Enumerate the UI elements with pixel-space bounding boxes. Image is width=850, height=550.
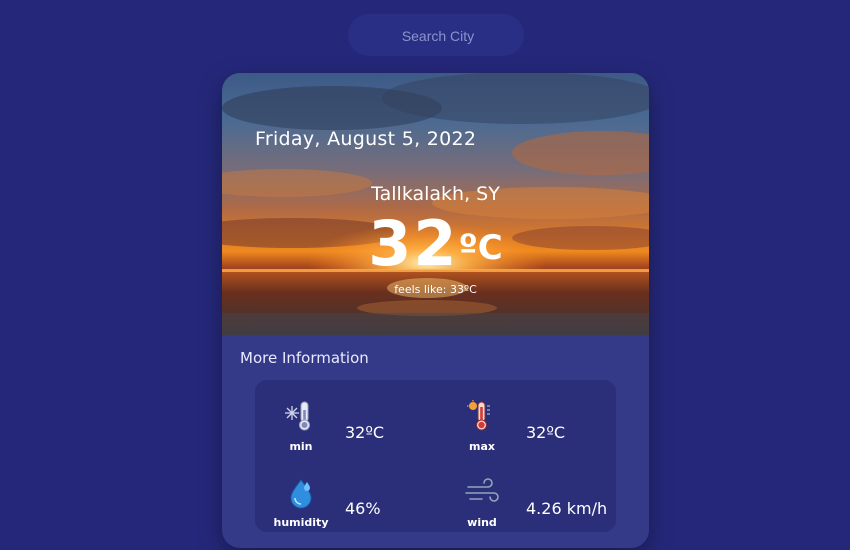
info-value-min: 32ºC <box>345 423 385 442</box>
weather-app-page: Friday, August 5, 2022 Tallkalakh, SY 32… <box>0 0 850 550</box>
info-label-humidity: humidity <box>273 516 329 529</box>
info-item-max: max 32ºC <box>436 400 606 460</box>
info-item-min: min 32ºC <box>255 400 425 460</box>
feels-like-text: feels like: 33ºC <box>394 283 477 296</box>
search-container <box>348 14 528 58</box>
thermometer-hot-icon <box>456 400 508 434</box>
info-value-max: 32ºC <box>526 423 566 442</box>
more-information-heading: More Information <box>240 349 369 367</box>
info-item-wind: wind 4.26 km/h <box>436 476 608 536</box>
sunset-hero-image: Friday, August 5, 2022 Tallkalakh, SY 32… <box>222 73 649 335</box>
info-label-wind: wind <box>467 516 497 529</box>
temperature-unit: ºC <box>458 227 503 268</box>
info-item-humidity: humidity 46% <box>255 476 425 536</box>
temperature-display: 32ºC <box>222 207 649 280</box>
search-city-input[interactable] <box>348 14 528 58</box>
weather-card: Friday, August 5, 2022 Tallkalakh, SY 32… <box>222 73 649 548</box>
thermometer-cold-icon <box>275 400 327 434</box>
current-date: Friday, August 5, 2022 <box>255 128 477 150</box>
info-value-humidity: 46% <box>345 499 381 518</box>
temperature-value: 32 <box>368 207 459 280</box>
humidity-drop-icon <box>275 476 327 510</box>
wind-icon <box>456 476 508 510</box>
info-label-min: min <box>289 440 313 453</box>
info-value-wind: 4.26 km/h <box>526 499 608 518</box>
more-information-panel: min 32ºC max 32ºC humidity 46% wind 4.26… <box>255 380 616 532</box>
info-label-max: max <box>469 440 495 453</box>
location-name: Tallkalakh, SY <box>371 183 500 205</box>
